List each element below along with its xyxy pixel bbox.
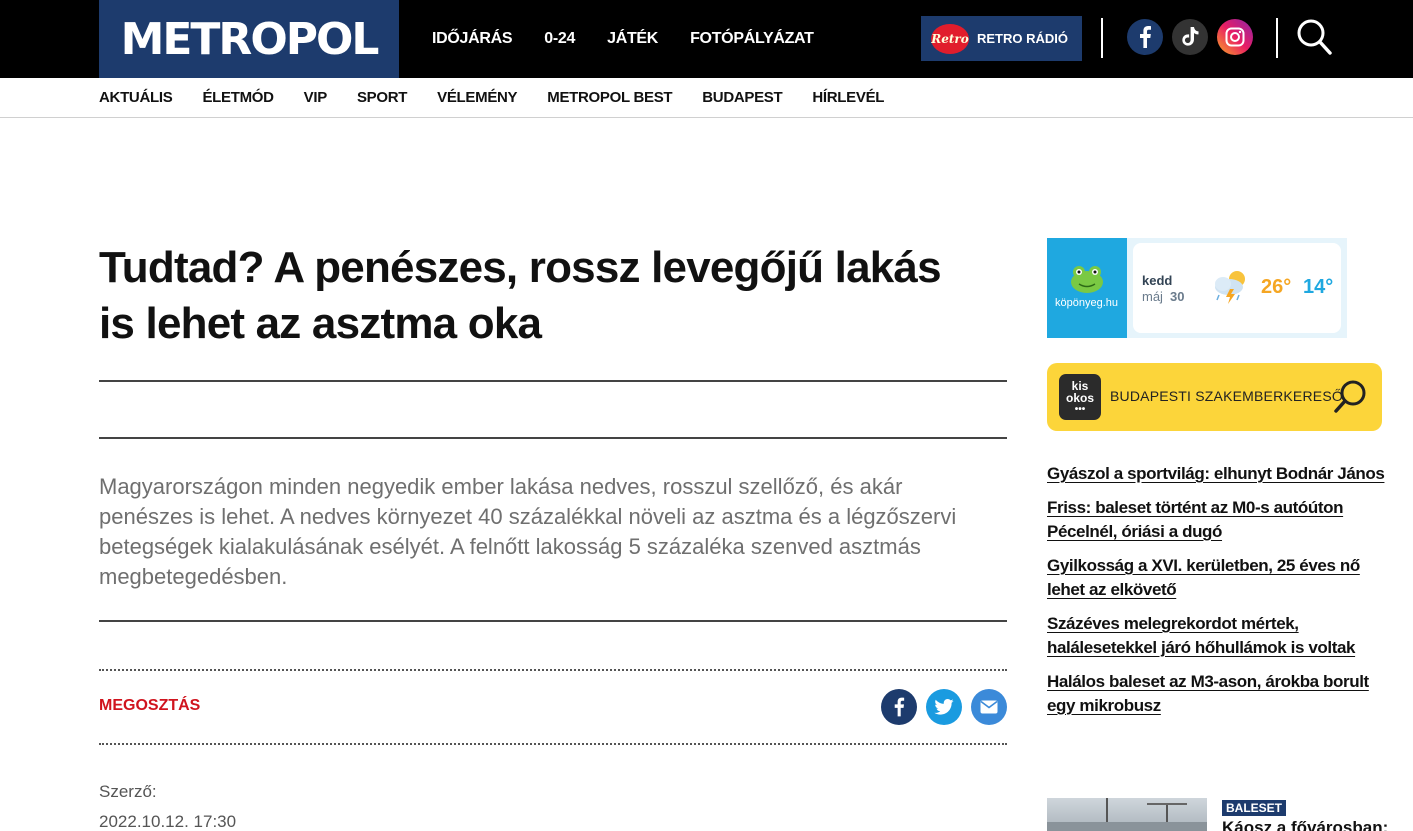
category-badge[interactable]: BALESET	[1222, 800, 1287, 816]
article-title: Tudtad? A penészes, rossz levegőjű lakás…	[99, 243, 942, 348]
nav-budapest[interactable]: BUDAPEST	[702, 89, 782, 106]
top-nav: IDŐJÁRÁS 0-24 JÁTÉK FOTÓPÁLYÁZAT	[432, 0, 814, 78]
news-link[interactable]: Százéves melegrekordot mértek, haláleset…	[1047, 614, 1355, 657]
news-item: Gyászol a sportvilág: elhunyt Bodnár Ján…	[1047, 462, 1387, 486]
top-bar: METROPOL IDŐJÁRÁS 0-24 JÁTÉK FOTÓPÁLYÁZA…	[0, 0, 1413, 78]
divider	[99, 380, 1007, 382]
nav-velemeny[interactable]: VÉLEMÉNY	[437, 89, 517, 106]
kisokos-logo: kis okos •••	[1059, 374, 1101, 420]
nav-sport[interactable]: SPORT	[357, 89, 407, 106]
search-icon	[1334, 380, 1366, 413]
nav-idojaras[interactable]: IDŐJÁRÁS	[432, 30, 513, 48]
publish-date: 2022.10.12. 17:30	[99, 812, 237, 831]
divider	[99, 437, 1007, 439]
news-link[interactable]: Gyilkosság a XVI. kerületben, 25 éves nő…	[1047, 556, 1360, 599]
author-label: Szerző:	[99, 782, 157, 801]
weather-date-month: máj	[1142, 289, 1163, 304]
site-logo[interactable]: METROPOL	[99, 0, 399, 78]
share-twitter-icon[interactable]	[926, 689, 962, 725]
retro-radio-button[interactable]: Retro RETRO RÁDIÓ	[921, 16, 1082, 61]
instagram-icon[interactable]	[1217, 19, 1253, 55]
news-link[interactable]: Gyászol a sportvilág: elhunyt Bodnár Ján…	[1047, 464, 1385, 483]
weather-day: kedd	[1142, 273, 1173, 288]
featured-thumbnail[interactable]	[1047, 798, 1207, 831]
kisokos-search-banner[interactable]: kis okos ••• BUDAPESTI SZAKEMBERKERESŐ	[1047, 363, 1382, 431]
nav-metropol-best[interactable]: METROPOL BEST	[547, 89, 672, 106]
logo-text: METROPOL	[120, 13, 380, 65]
news-item: Friss: baleset történt az M0-s autóúton …	[1047, 496, 1387, 544]
weather-card: kedd máj 30 26° 14°	[1133, 243, 1341, 333]
thunderstorm-icon	[1215, 271, 1245, 304]
weather-logo: köpönyeg.hu	[1047, 238, 1127, 338]
divider	[99, 620, 1007, 622]
divider	[1101, 18, 1103, 58]
weather-date-day: 30	[1170, 289, 1185, 304]
weather-widget[interactable]: köpönyeg.hu kedd máj 30 26° 14°	[1047, 238, 1347, 338]
nav-jatek[interactable]: JÁTÉK	[607, 30, 658, 48]
tiktok-icon[interactable]	[1172, 19, 1208, 55]
facebook-icon[interactable]	[1127, 19, 1163, 55]
divider	[1276, 18, 1278, 58]
nav-fotopalyazat[interactable]: FOTÓPÁLYÁZAT	[690, 30, 814, 48]
nav-eletmod[interactable]: ÉLETMÓD	[202, 89, 274, 106]
nav-vip[interactable]: VIP	[304, 89, 328, 106]
news-link[interactable]: Friss: baleset történt az M0-s autóúton …	[1047, 498, 1344, 541]
frog-icon	[1071, 266, 1103, 293]
retro-radio-label: RETRO RÁDIÓ	[977, 31, 1068, 46]
news-item: Százéves melegrekordot mértek, haláleset…	[1047, 612, 1387, 660]
nav-aktualis[interactable]: AKTUÁLIS	[99, 89, 173, 106]
featured-title[interactable]: Káosz a fővárosban:	[1222, 818, 1388, 831]
news-link[interactable]: Halálos baleset az M3-ason, árokba borul…	[1047, 672, 1369, 715]
divider	[99, 743, 1007, 745]
category-menu: AKTUÁLIS ÉLETMÓD VIP SPORT VÉLEMÉNY METR…	[99, 78, 884, 117]
news-item: Gyilkosság a XVI. kerületben, 25 éves nő…	[1047, 554, 1387, 602]
article-lead: Magyarországon minden negyedik ember lak…	[99, 474, 957, 589]
kisokos-text: BUDAPESTI SZAKEMBERKERESŐ	[1110, 388, 1343, 404]
weather-high: 26°	[1261, 276, 1292, 298]
weather-brand: köpönyeg.hu	[1055, 297, 1118, 309]
search-icon[interactable]	[1296, 18, 1332, 56]
ellipsis-icon: •••	[1074, 404, 1086, 415]
weather-low: 14°	[1303, 276, 1334, 298]
secondary-nav: AKTUÁLIS ÉLETMÓD VIP SPORT VÉLEMÉNY METR…	[0, 78, 1413, 118]
share-email-icon[interactable]	[971, 689, 1007, 725]
nav-hirlevel[interactable]: HÍRLEVÉL	[812, 89, 884, 106]
nav-0-24[interactable]: 0-24	[544, 30, 575, 48]
retro-radio-logo: Retro	[931, 23, 969, 54]
share-facebook-icon[interactable]	[881, 689, 917, 725]
share-label: MEGOSZTÁS	[99, 697, 201, 714]
kisokos-logo-line2: okos	[1065, 391, 1094, 405]
divider	[99, 669, 1007, 671]
news-item: Halálos baleset az M3-ason, árokba borul…	[1047, 670, 1387, 718]
